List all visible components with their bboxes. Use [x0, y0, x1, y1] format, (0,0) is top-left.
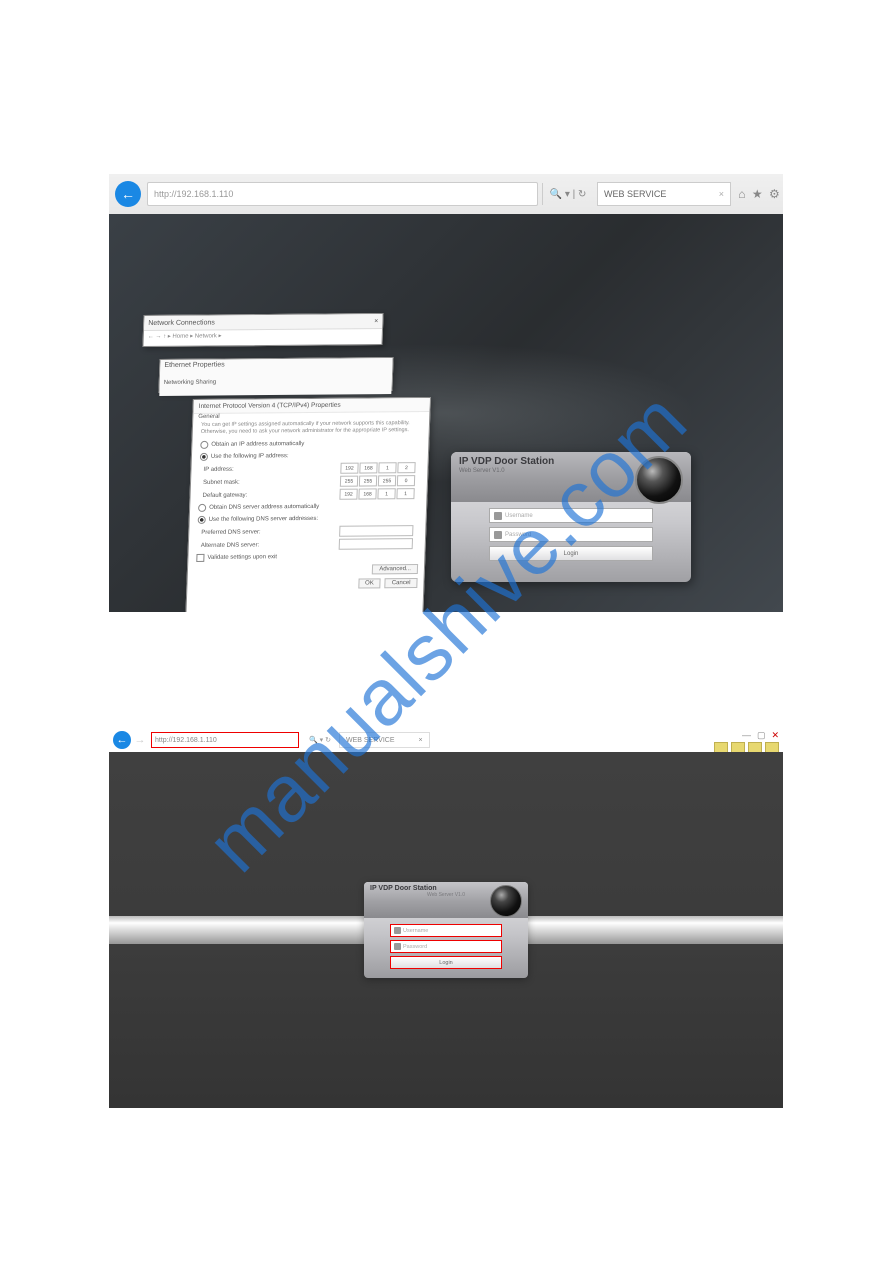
login-button[interactable]: Login — [390, 956, 502, 969]
ethernet-properties-window: Ethernet Properties Networking Sharing — [158, 357, 393, 393]
password-input[interactable]: Password — [489, 527, 653, 542]
camera-lens-icon — [635, 456, 683, 504]
home-icon[interactable]: ⌂ — [738, 187, 745, 201]
settings-icon[interactable]: ⚙ — [769, 187, 780, 201]
maximize-button[interactable]: ▢ — [757, 730, 766, 741]
ok-button[interactable]: OK — [358, 579, 381, 589]
tab-title: WEB SERVICE — [346, 737, 395, 744]
favorites-icon[interactable]: ★ — [752, 187, 763, 201]
search-reload-controls[interactable]: 🔍 ▾ ↻ — [303, 736, 337, 744]
screenshot-2: ← → http://192.168.1.110 🔍 ▾ ↻ WEB SERVI… — [109, 728, 783, 1108]
browser-tools[interactable]: ⌂ ★ ⚙ — [735, 187, 783, 201]
breadcrumb: ← → ↑ ▸ Home ▸ Network ▸ — [144, 329, 382, 342]
close-tab-icon[interactable]: × — [419, 737, 423, 744]
minimize-button[interactable]: — — [742, 730, 751, 741]
screenshot-1: ← http://192.168.1.110 🔍 ▾ | ↻ WEB SERVI… — [109, 174, 783, 612]
login-button[interactable]: Login — [489, 546, 653, 561]
forward-button[interactable]: → — [131, 734, 149, 746]
username-input[interactable]: Username — [489, 508, 653, 523]
network-connections-window: Network Connections × ← → ↑ ▸ Home ▸ Netw… — [142, 313, 383, 347]
close-button[interactable]: ✕ — [771, 730, 779, 741]
browser-chrome: ← http://192.168.1.110 🔍 ▾ | ↻ WEB SERVI… — [109, 174, 783, 215]
page-body: IP VDP Door Station Web Server V1.0 User… — [109, 752, 783, 1108]
address-bar[interactable]: http://192.168.1.110 — [151, 732, 299, 748]
advanced-button[interactable]: Advanced... — [372, 564, 418, 574]
username-input[interactable]: Username — [390, 924, 502, 937]
browser-chrome: ← → http://192.168.1.110 🔍 ▾ ↻ WEB SERVI… — [109, 728, 783, 752]
address-bar[interactable]: http://192.168.1.110 — [147, 182, 538, 206]
subnet-mask-input[interactable]: 2552552550 — [340, 475, 415, 487]
description-text: You can get IP settings assigned automat… — [193, 420, 430, 439]
pref-dns-input[interactable] — [339, 525, 413, 537]
tab-title: WEB SERVICE — [604, 189, 666, 199]
camera-lens-icon — [490, 885, 522, 917]
lock-icon — [494, 531, 502, 539]
close-icon[interactable]: × — [374, 317, 378, 324]
browser-tab[interactable]: WEB SERVICE × — [597, 182, 731, 206]
browser-tab[interactable]: WEB SERVICE × — [339, 732, 430, 748]
back-button[interactable]: ← — [113, 731, 131, 749]
cancel-button[interactable]: Cancel — [385, 578, 418, 588]
login-panel: IP VDP Door Station Web Server V1.0 User… — [451, 452, 691, 582]
back-button[interactable]: ← — [115, 181, 141, 207]
window-title: Network Connections — [148, 319, 215, 327]
ipv4-properties-window: Internet Protocol Version 4 (TCP/IPv4) P… — [185, 397, 431, 612]
page-body: Network Connections × ← → ↑ ▸ Home ▸ Netw… — [109, 214, 783, 612]
close-tab-icon[interactable]: × — [719, 189, 724, 199]
lock-icon — [394, 943, 401, 950]
login-panel: IP VDP Door Station Web Server V1.0 User… — [364, 882, 528, 978]
alt-dns-input[interactable] — [339, 538, 413, 550]
gateway-input[interactable]: 19216811 — [339, 488, 414, 500]
window-controls: — ▢ ✕ — [742, 730, 779, 741]
user-icon — [394, 927, 401, 934]
password-input[interactable]: Password — [390, 940, 502, 953]
search-reload-controls[interactable]: 🔍 ▾ | ↻ — [542, 183, 593, 205]
ip-address-input[interactable]: 19216812 — [340, 462, 415, 474]
window-title: Ethernet Properties — [160, 358, 393, 378]
user-icon — [494, 512, 502, 520]
tab-row: Networking Sharing — [159, 376, 392, 396]
